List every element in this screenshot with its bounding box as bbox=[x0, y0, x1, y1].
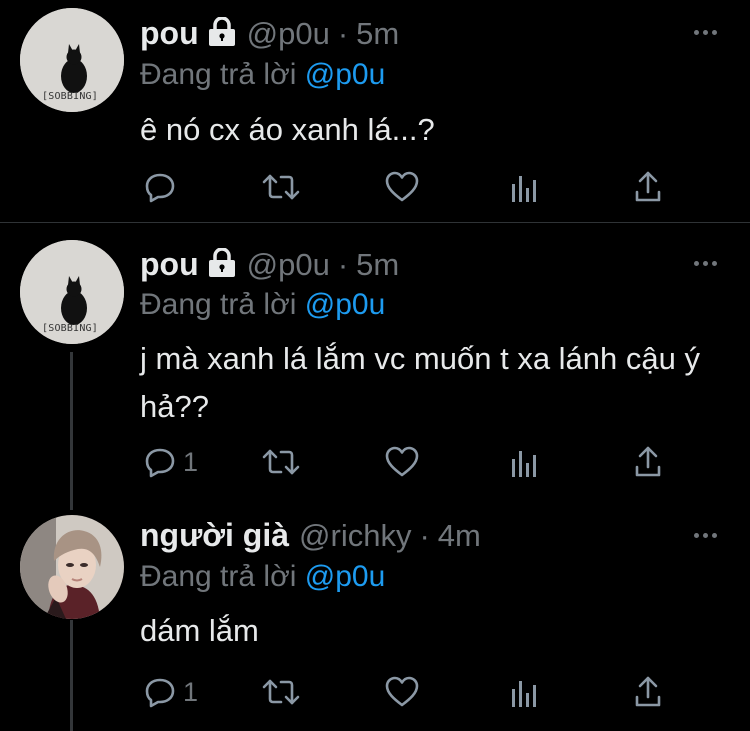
timestamp[interactable]: 5m bbox=[356, 16, 399, 52]
reply-count: 1 bbox=[183, 446, 199, 477]
tweet-header: người già @richky · 4m bbox=[140, 517, 481, 557]
replying-mention[interactable]: @p0u bbox=[305, 288, 386, 321]
comment-icon bbox=[143, 675, 177, 709]
handle[interactable]: @richky bbox=[299, 518, 411, 554]
retweet-button[interactable] bbox=[261, 170, 301, 204]
display-name[interactable]: người già bbox=[140, 517, 289, 554]
replying-prefix: Đang trả lời bbox=[140, 288, 297, 321]
share-icon bbox=[633, 445, 663, 479]
handle[interactable]: @p0u bbox=[247, 16, 330, 52]
more-icon[interactable] bbox=[694, 30, 717, 35]
tweet-3[interactable]: người già @richky · 4m Đang trả lời @p0u… bbox=[0, 503, 750, 731]
lock-icon bbox=[207, 16, 237, 52]
reply-button[interactable]: 1 bbox=[143, 675, 198, 709]
person-avatar-image bbox=[20, 515, 124, 619]
analytics-icon bbox=[510, 445, 538, 479]
reply-count: 1 bbox=[183, 676, 199, 707]
retweet-icon bbox=[261, 675, 301, 709]
more-icon[interactable] bbox=[694, 533, 717, 538]
analytics-icon bbox=[510, 170, 538, 204]
comment-icon bbox=[143, 445, 177, 479]
replying-to-line: Đang trả lời @p0u bbox=[140, 288, 385, 322]
retweet-button[interactable] bbox=[261, 675, 301, 709]
reply-button[interactable]: 1 bbox=[143, 445, 198, 479]
tweet-2[interactable]: [SOBBING] pou @p0u · 5m Đang trả lời @p0… bbox=[0, 223, 750, 503]
display-name[interactable]: pou bbox=[140, 246, 199, 283]
like-icon bbox=[384, 170, 420, 204]
like-icon bbox=[384, 675, 420, 709]
retweet-icon bbox=[261, 170, 301, 204]
display-name[interactable]: pou bbox=[140, 15, 199, 52]
tweet-text: dám lắm bbox=[140, 613, 259, 648]
tweet-text: j mà xanh lá lắm vc muốn t xa lánh cậu ý… bbox=[140, 341, 700, 424]
separator: · bbox=[419, 518, 430, 553]
comment-icon bbox=[143, 170, 177, 204]
replying-to-line: Đang trả lời @p0u bbox=[140, 560, 385, 594]
timestamp[interactable]: 4m bbox=[438, 518, 481, 554]
analytics-button[interactable] bbox=[510, 445, 538, 479]
replying-prefix: Đang trả lời bbox=[140, 560, 297, 593]
timestamp[interactable]: 5m bbox=[356, 247, 399, 283]
replying-prefix: Đang trả lời bbox=[140, 58, 297, 91]
like-icon bbox=[384, 445, 420, 479]
retweet-icon bbox=[261, 445, 301, 479]
like-button[interactable] bbox=[384, 445, 420, 479]
analytics-button[interactable] bbox=[510, 675, 538, 709]
replying-mention[interactable]: @p0u bbox=[305, 58, 386, 91]
tweet-1[interactable]: [SOBBING] pou @p0u · 5m Đang trả lời @p0… bbox=[0, 0, 750, 222]
avatar-caption: [SOBBING] bbox=[42, 323, 98, 334]
share-button[interactable] bbox=[633, 170, 663, 204]
replying-mention[interactable]: @p0u bbox=[305, 560, 386, 593]
like-button[interactable] bbox=[384, 675, 420, 709]
avatar[interactable] bbox=[20, 515, 124, 619]
like-button[interactable] bbox=[384, 170, 420, 204]
avatar[interactable]: [SOBBING] bbox=[20, 240, 124, 344]
avatar-caption: [SOBBING] bbox=[42, 91, 98, 102]
share-button[interactable] bbox=[633, 675, 663, 709]
share-icon bbox=[633, 675, 663, 709]
replying-to-line: Đang trả lời @p0u bbox=[140, 58, 385, 92]
avatar[interactable]: [SOBBING] bbox=[20, 8, 124, 112]
analytics-button[interactable] bbox=[510, 170, 538, 204]
lock-icon bbox=[207, 247, 237, 283]
more-icon[interactable] bbox=[694, 261, 717, 266]
share-icon bbox=[633, 170, 663, 204]
tweet-header: pou @p0u · 5m bbox=[140, 14, 399, 54]
retweet-button[interactable] bbox=[261, 445, 301, 479]
separator: · bbox=[337, 247, 349, 282]
share-button[interactable] bbox=[633, 445, 663, 479]
tweet-text: ê nó cx áo xanh lá...? bbox=[140, 112, 435, 147]
separator: · bbox=[337, 16, 349, 51]
analytics-icon bbox=[510, 675, 538, 709]
reply-button[interactable] bbox=[143, 170, 183, 204]
handle[interactable]: @p0u bbox=[247, 247, 330, 283]
tweet-header: pou @p0u · 5m bbox=[140, 245, 399, 285]
